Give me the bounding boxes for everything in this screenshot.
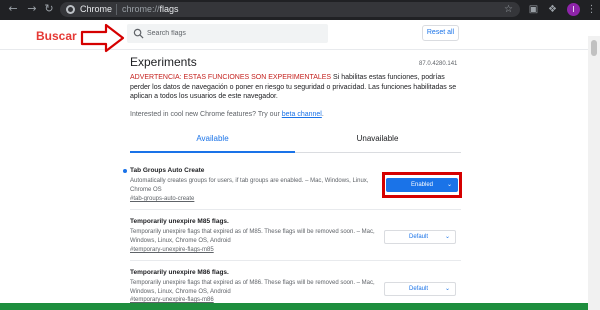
flag-divider bbox=[130, 209, 461, 210]
extension-icon[interactable]: ▣ bbox=[527, 3, 540, 16]
avatar[interactable]: I bbox=[567, 3, 580, 16]
beta-channel-link[interactable]: beta channel bbox=[282, 111, 322, 118]
flag-name: Temporarily unexpire M85 flags. bbox=[130, 218, 229, 225]
site-label: Chrome bbox=[80, 4, 113, 14]
bookmark-star-icon[interactable]: ☆ bbox=[502, 3, 515, 16]
address-bar[interactable]: Chrome chrome://flags bbox=[60, 2, 520, 17]
search-box[interactable] bbox=[127, 24, 328, 43]
warning-heading: ADVERTENCIA: ESTAS FUNCIONES SON EXPERIM… bbox=[130, 74, 332, 81]
back-icon[interactable]: ← bbox=[6, 2, 20, 16]
annotation-arrow-icon bbox=[80, 23, 125, 53]
version-label: 87.0.4280.141 bbox=[419, 61, 458, 67]
puzzle-icon[interactable]: ❖ bbox=[546, 3, 559, 16]
address-divider bbox=[116, 4, 117, 15]
scrollbar-thumb[interactable] bbox=[591, 40, 597, 56]
flag-description: Automatically creates groups for users, … bbox=[130, 178, 369, 193]
beta-promo-text: Interested in cool new Chrome features? … bbox=[130, 111, 282, 118]
search-input[interactable] bbox=[147, 26, 322, 41]
active-tab-indicator bbox=[130, 151, 295, 153]
flag-select-value: Enabled bbox=[410, 182, 434, 188]
flag-anchor-link[interactable]: #temporary-unexpire-flags-m85 bbox=[130, 247, 214, 253]
chevron-down-icon: ⌄ bbox=[444, 233, 450, 240]
browser-toolbar: ← → ↻ Chrome chrome://flags ☆ ▣ ❖ I ⋮ bbox=[0, 0, 600, 20]
flag-modified-dot bbox=[123, 169, 127, 173]
beta-promo-end: . bbox=[321, 111, 324, 118]
url-text: chrome://flags bbox=[122, 3, 179, 16]
scrollbar[interactable] bbox=[588, 36, 600, 310]
flag-divider bbox=[130, 260, 461, 261]
chevron-down-icon: ⌄ bbox=[446, 181, 452, 188]
flag-anchor-link[interactable]: #tab-groups-auto-create bbox=[130, 196, 194, 202]
flag-select[interactable]: Default ⌄ bbox=[384, 282, 456, 296]
flag-name: Temporarily unexpire M86 flags. bbox=[130, 269, 229, 276]
flag-name: Tab Groups Auto Create bbox=[130, 167, 205, 174]
tab-available[interactable]: Available bbox=[130, 131, 295, 146]
chevron-down-icon: ⌄ bbox=[444, 285, 450, 292]
flag-select[interactable]: Enabled ⌄ bbox=[386, 178, 458, 192]
beta-promo: Interested in cool new Chrome features? … bbox=[130, 111, 324, 118]
search-icon bbox=[133, 28, 144, 39]
menu-kebab-icon[interactable]: ⋮ bbox=[585, 3, 598, 16]
flag-description: Temporarily unexpire flags that expired … bbox=[130, 229, 375, 244]
forward-icon[interactable]: → bbox=[25, 2, 39, 16]
page-title: Experiments bbox=[130, 55, 197, 69]
annotation-label: Buscar bbox=[36, 29, 77, 43]
chrome-site-icon bbox=[66, 5, 75, 14]
flag-select-value: Default bbox=[409, 286, 429, 292]
tab-unavailable[interactable]: Unavailable bbox=[295, 131, 460, 146]
reload-icon[interactable]: ↻ bbox=[42, 2, 56, 16]
flag-select[interactable]: Default ⌄ bbox=[384, 230, 456, 244]
flag-select-value: Default bbox=[409, 234, 429, 240]
reset-all-button[interactable]: Reset all bbox=[422, 25, 459, 41]
flag-description: Temporarily unexpire flags that expired … bbox=[130, 280, 375, 295]
url-path: flags bbox=[159, 4, 179, 14]
taskbar-strip bbox=[0, 303, 588, 310]
warning-text: ADVERTENCIA: ESTAS FUNCIONES SON EXPERIM… bbox=[130, 73, 461, 102]
url-scheme: chrome:// bbox=[122, 4, 160, 14]
